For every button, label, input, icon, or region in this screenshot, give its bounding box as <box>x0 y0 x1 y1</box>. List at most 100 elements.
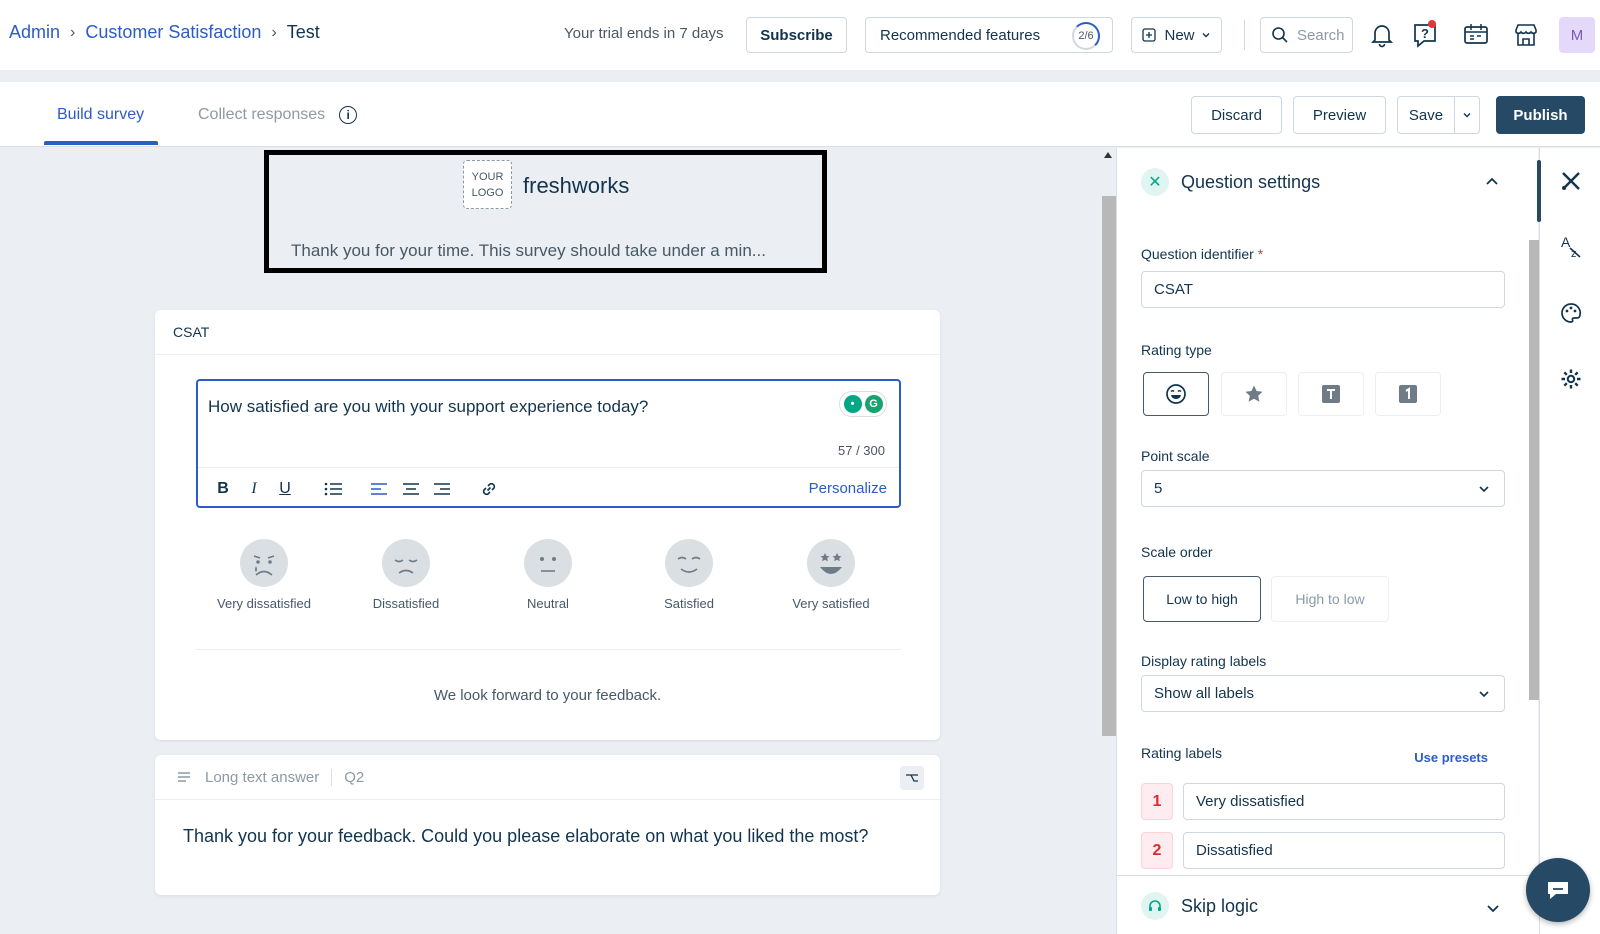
tab-build-survey[interactable]: Build survey <box>57 106 144 124</box>
logo-placeholder[interactable]: YOUR LOGO <box>463 160 512 209</box>
question-settings-panel: ✕ Question settings Question identifier … <box>1116 148 1539 934</box>
rating-type-star[interactable] <box>1221 372 1287 416</box>
bell-icon <box>1370 25 1394 48</box>
breadcrumb-customer-satisfaction[interactable]: Customer Satisfaction <box>85 22 261 43</box>
discard-button[interactable]: Discard <box>1191 96 1282 134</box>
settings-scrollbar[interactable] <box>1527 220 1539 860</box>
help-button[interactable]: ? <box>1410 18 1442 52</box>
chat-widget-button[interactable] <box>1526 858 1590 922</box>
breadcrumb-admin[interactable]: Admin <box>9 22 60 43</box>
avatar[interactable]: M <box>1559 17 1595 53</box>
publish-button[interactable]: Publish <box>1496 96 1585 134</box>
underline-icon[interactable]: U <box>274 478 296 500</box>
translate-rail-button[interactable]: Az <box>1556 232 1586 262</box>
scrollbar-thumb[interactable] <box>1102 196 1116 736</box>
rating-label-input[interactable]: Dissatisfied <box>1183 832 1505 869</box>
notifications-button[interactable] <box>1366 18 1398 52</box>
question-card-header: Long text answer Q2 <box>155 755 940 800</box>
chevron-right-icon: › <box>70 23 76 41</box>
info-icon[interactable]: i <box>339 106 358 124</box>
long-text-icon <box>178 772 190 782</box>
tools-icon: ✕ <box>1141 168 1169 196</box>
save-button[interactable]: Save <box>1397 96 1455 134</box>
save-options-button[interactable] <box>1454 96 1480 134</box>
long-text-question-card[interactable]: Long text answer Q2 Thank you for your f… <box>155 755 940 895</box>
rating-option-5[interactable]: Very satisfied <box>761 538 901 611</box>
use-presets-link[interactable]: Use presets <box>1414 750 1488 765</box>
display-rating-labels-label: Display rating labels <box>1141 653 1267 669</box>
rating-type-emoji[interactable] <box>1143 372 1209 416</box>
question-identifier-input[interactable]: CSAT <box>1141 271 1505 308</box>
subscribe-button[interactable]: Subscribe <box>746 17 847 53</box>
settings-rail-button[interactable] <box>1556 364 1586 394</box>
tab-collect-responses[interactable]: Collect responses i <box>198 106 358 124</box>
question-text[interactable]: How satisfied are you with your support … <box>208 397 648 417</box>
search-input[interactable]: Search <box>1260 17 1353 53</box>
question-text-editor[interactable]: How satisfied are you with your support … <box>196 379 901 508</box>
chevron-up-icon[interactable] <box>1484 174 1500 190</box>
question-settings-header[interactable]: ✕ Question settings <box>1141 168 1320 196</box>
csat-question-card[interactable]: CSAT How satisfied are you with your sup… <box>155 310 940 740</box>
skip-logic-section[interactable]: Skip logic <box>1117 875 1539 934</box>
skip-logic-title: Skip logic <box>1181 895 1259 916</box>
point-scale-select[interactable]: 5 <box>1141 470 1505 507</box>
scrollbar-thumb[interactable] <box>1529 240 1539 700</box>
smiley-icon <box>1166 384 1186 404</box>
bold-icon[interactable]: B <box>212 478 234 500</box>
link-icon[interactable] <box>478 478 500 500</box>
recommended-features-label: Recommended features <box>880 26 1041 44</box>
italic-icon[interactable]: I <box>243 478 265 500</box>
scale-order-high-to-low[interactable]: High to low <box>1271 576 1389 622</box>
rating-type-number[interactable] <box>1375 372 1441 416</box>
chevron-down-icon <box>1202 33 1209 38</box>
rating-type-text[interactable] <box>1298 372 1364 416</box>
question-text[interactable]: Thank you for your feedback. Could you p… <box>155 800 940 873</box>
rating-label-input[interactable]: Very dissatisfied <box>1183 783 1505 820</box>
chevron-down-icon[interactable] <box>1485 900 1501 916</box>
survey-header-card[interactable]: YOUR LOGO freshworks Thank you for your … <box>264 150 827 273</box>
rating-option-3[interactable]: Neutral <box>478 538 618 611</box>
rating-label: Dissatisfied <box>372 596 440 611</box>
grammarly-widget[interactable]: • G <box>839 391 887 417</box>
recommended-features-button[interactable]: Recommended features 2/6 <box>865 17 1113 53</box>
question-footer-text[interactable]: We look forward to your feedback. <box>155 687 940 704</box>
scale-order-label: Scale order <box>1141 544 1213 560</box>
personalize-link[interactable]: Personalize <box>809 480 887 497</box>
align-center-icon[interactable] <box>400 478 422 500</box>
divider <box>196 649 901 650</box>
rating-option-4[interactable]: Satisfied <box>619 538 759 611</box>
chevron-down-icon <box>1463 113 1471 118</box>
gear-icon <box>1561 369 1581 389</box>
text-scale-icon <box>1322 385 1340 403</box>
rating-type-label: Rating type <box>1141 342 1212 358</box>
rating-label: Satisfied <box>664 596 714 611</box>
rating-scale: Very dissatisfied Dissatisfied Neutral S… <box>196 538 901 628</box>
calendar-button[interactable] <box>1460 18 1492 52</box>
display-rating-labels-select[interactable]: Show all labels <box>1141 675 1505 712</box>
scroll-up-icon[interactable] <box>1104 152 1112 158</box>
chevron-down-icon <box>1479 691 1489 698</box>
tab-collect-label: Collect responses <box>198 106 326 123</box>
branch-logic-button[interactable] <box>900 766 924 790</box>
align-left-icon[interactable] <box>368 478 390 500</box>
theme-rail-button[interactable] <box>1556 298 1586 328</box>
canvas-scrollbar[interactable] <box>1100 148 1116 934</box>
breadcrumb: Admin › Customer Satisfaction › Test <box>9 22 320 43</box>
rating-option-2[interactable]: Dissatisfied <box>336 538 476 611</box>
star-icon <box>1245 385 1263 402</box>
rating-label: Very dissatisfied <box>217 596 311 611</box>
preview-button[interactable]: Preview <box>1293 96 1386 134</box>
align-right-icon[interactable] <box>431 478 453 500</box>
rating-option-1[interactable]: Very dissatisfied <box>194 538 334 611</box>
plus-square-icon <box>1142 28 1157 42</box>
scale-order-low-to-high[interactable]: Low to high <box>1143 576 1261 622</box>
svg-text:?: ? <box>1421 26 1429 41</box>
branch-icon <box>906 774 918 782</box>
new-button[interactable]: New <box>1131 17 1222 53</box>
question-settings-rail-button[interactable] <box>1556 166 1586 196</box>
lightbulb-icon: • <box>843 395 862 413</box>
bullet-list-icon[interactable] <box>322 478 344 500</box>
apps-button[interactable] <box>1510 18 1542 52</box>
skip-logic-header[interactable]: Skip logic <box>1141 892 1258 920</box>
very-dissatisfied-face-icon <box>240 539 288 587</box>
